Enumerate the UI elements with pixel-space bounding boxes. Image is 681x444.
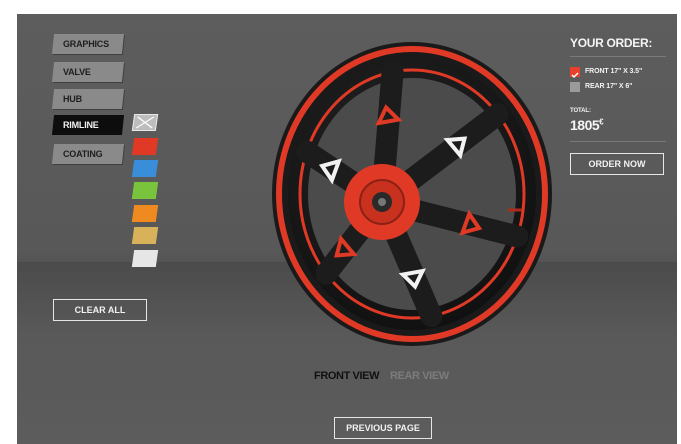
swatch-gold[interactable] (131, 227, 159, 244)
rear-checkbox[interactable] (570, 82, 580, 92)
rear-option-label: REAR 17" X 6" (585, 83, 633, 90)
previous-page-button[interactable]: PREVIOUS PAGE (334, 417, 432, 439)
menu-valve-button[interactable]: VALVE (51, 62, 125, 82)
total-label: TOTAL: (570, 108, 591, 114)
cross-icon (135, 116, 155, 129)
check-icon (571, 72, 579, 79)
menu-hub-button[interactable]: HUB (51, 89, 125, 109)
total-amount: 1805€ (570, 117, 604, 133)
menu-label: RIMLINE (63, 120, 99, 130)
menu-label: VALVE (63, 67, 91, 77)
divider (570, 56, 666, 57)
menu-label: GRAPHICS (63, 39, 109, 49)
swatch-red[interactable] (131, 138, 159, 155)
total-value: 1805 (570, 117, 600, 133)
swatch-none[interactable] (131, 114, 159, 131)
menu-rimline-button[interactable]: RIMLINE (51, 115, 125, 135)
menu-graphics-button[interactable]: GRAPHICS (51, 34, 125, 54)
front-option-label: FRONT 17" X 3.5" (585, 68, 643, 75)
swatch-orange[interactable] (131, 205, 159, 222)
menu-label: HUB (63, 94, 82, 104)
menu-coating-button[interactable]: COATING (51, 144, 125, 164)
order-now-button[interactable]: ORDER NOW (570, 153, 664, 175)
menu-label: COATING (63, 149, 103, 159)
rear-view-tab[interactable]: REAR VIEW (390, 370, 449, 382)
swatch-green[interactable] (131, 182, 159, 199)
configurator-stage: GRAPHICS VALVE HUB RIMLINE COATING CLEAR… (17, 14, 677, 444)
currency-symbol: € (599, 117, 604, 127)
wheel-render (272, 42, 552, 346)
divider (570, 141, 666, 142)
order-title: YOUR ORDER: (570, 36, 653, 50)
axle-center (378, 198, 386, 206)
swatch-blue[interactable] (131, 160, 159, 177)
front-checkbox[interactable] (570, 67, 580, 79)
clear-all-button[interactable]: CLEAR ALL (53, 299, 147, 321)
front-view-tab[interactable]: FRONT VIEW (314, 370, 379, 382)
swatch-white[interactable] (131, 250, 159, 267)
